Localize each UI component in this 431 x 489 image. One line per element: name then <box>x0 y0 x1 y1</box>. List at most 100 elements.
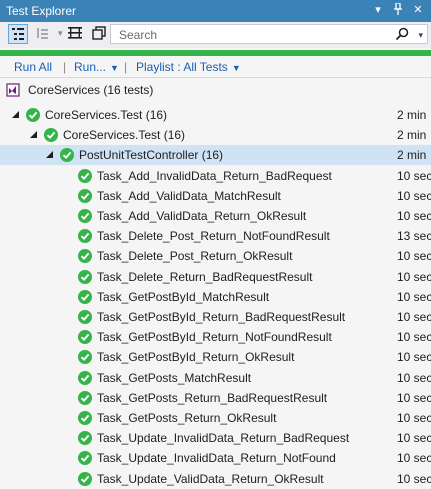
passed-check-icon <box>78 451 92 466</box>
test-duration: 2 min <box>397 128 427 143</box>
test-row[interactable]: Task_Add_ValidData_Return_OkResult 10 sec <box>0 206 431 226</box>
title-bar-controls: ▾ ✕ <box>371 2 425 17</box>
title-bar: Test Explorer ▾ ✕ <box>0 0 431 22</box>
test-name: Task_GetPosts_Return_OkResult <box>97 411 277 425</box>
test-name: Task_Delete_Post_Return_NotFoundResult <box>97 229 330 244</box>
test-duration: 10 sec <box>397 188 431 203</box>
test-row[interactable]: Task_GetPosts_Return_OkResult 10 sec <box>0 408 431 428</box>
test-duration: 10 sec <box>397 431 431 446</box>
test-name: Task_Delete_Return_BadRequestResult <box>97 269 313 284</box>
test-name: Task_Update_ValidData_Return_OkResult <box>97 471 324 486</box>
test-duration: 10 sec <box>397 289 431 304</box>
test-name: Task_Add_ValidData_MatchResult <box>97 188 281 203</box>
test-row[interactable]: Task_Update_ValidData_Return_OkResult 10 … <box>0 469 431 489</box>
test-duration: 10 sec <box>397 411 431 425</box>
playlist-button[interactable] <box>66 24 86 44</box>
solution-icon <box>6 83 20 97</box>
copy-icon <box>92 26 106 40</box>
passed-check-icon <box>78 350 92 365</box>
test-duration: 2 min <box>397 108 427 122</box>
separator: | <box>63 60 67 74</box>
test-row[interactable]: Task_GetPostById_Return_BadRequestResult… <box>0 307 431 327</box>
node-label: PostUnitTestController (16) <box>79 148 224 163</box>
test-name: Task_GetPostById_Return_BadRequestResult <box>97 310 346 324</box>
passed-check-icon <box>44 128 58 143</box>
test-row[interactable]: Task_GetPosts_Return_BadRequestResult 10 … <box>0 388 431 408</box>
summary-text: CoreServices (16 tests) <box>28 83 154 97</box>
playlist-label: Playlist : All Tests <box>136 60 228 74</box>
passed-check-icon <box>78 229 92 244</box>
test-row[interactable]: Task_GetPosts_MatchResult 10 sec <box>0 368 431 388</box>
playlist-dropdown[interactable]: Playlist : All Tests ▼ <box>136 60 241 74</box>
node-label: CoreServices.Test (16) <box>45 108 168 122</box>
window-title: Test Explorer <box>6 4 77 18</box>
test-duration: 10 sec <box>397 168 431 183</box>
group-dropdown-icon[interactable]: ▾ <box>58 28 63 48</box>
test-row[interactable]: Task_Delete_Post_Return_NotFoundResult 13… <box>0 226 431 246</box>
search-icon[interactable] <box>395 27 409 41</box>
passed-check-icon <box>78 471 92 486</box>
test-duration: 10 sec <box>397 310 431 324</box>
search-box: ▾ <box>110 24 428 44</box>
passed-check-icon <box>78 269 92 284</box>
test-row[interactable]: Task_Add_InvalidData_Return_BadRequest 10… <box>0 166 431 186</box>
run-all-button[interactable]: Run All <box>14 60 52 74</box>
status-bar-passed <box>0 50 431 56</box>
test-row[interactable]: Task_Update_InvalidData_Return_NotFound 1… <box>0 448 431 468</box>
test-name: Task_GetPosts_Return_BadRequestResult <box>97 390 328 405</box>
test-name: Task_Delete_Post_Return_OkResult <box>97 249 293 264</box>
test-row[interactable]: Task_GetPostById_Return_NotFoundResult 10… <box>0 327 431 347</box>
test-duration: 2 min <box>397 148 427 163</box>
test-duration: 10 sec <box>397 249 431 264</box>
passed-check-icon <box>26 108 40 122</box>
passed-check-icon <box>78 330 92 345</box>
expanded-arrow-icon[interactable] <box>46 151 53 159</box>
test-duration: 10 sec <box>397 370 431 385</box>
tree-node[interactable]: CoreServices.Test (16) 2 min <box>0 125 431 145</box>
test-name: Task_GetPostById_MatchResult <box>97 289 270 304</box>
passed-check-icon <box>78 188 92 203</box>
pin-icon[interactable] <box>391 2 405 17</box>
close-icon[interactable]: ✕ <box>411 3 425 17</box>
test-row[interactable]: Task_Delete_Post_Return_OkResult 10 sec <box>0 246 431 266</box>
list-icon <box>68 27 82 39</box>
test-name: Task_Update_InvalidData_Return_BadReques… <box>97 431 350 446</box>
divider <box>0 77 431 78</box>
passed-check-icon <box>78 411 92 425</box>
group-list-button[interactable] <box>34 24 56 44</box>
test-duration: 10 sec <box>397 390 431 405</box>
test-duration: 10 sec <box>397 330 431 345</box>
passed-check-icon <box>78 390 92 405</box>
test-duration: 10 sec <box>397 451 431 466</box>
test-row[interactable]: Task_GetPostById_MatchResult 10 sec <box>0 287 431 307</box>
test-row[interactable]: Task_Update_InvalidData_Return_BadReques… <box>0 428 431 448</box>
node-label: CoreServices.Test (16) <box>63 128 186 143</box>
passed-check-icon <box>78 249 92 264</box>
passed-check-icon <box>78 370 92 385</box>
expanded-arrow-icon[interactable] <box>12 111 19 118</box>
test-row[interactable]: Task_Delete_Return_BadRequestResult 10 se… <box>0 267 431 287</box>
search-options-icon[interactable]: ▾ <box>418 30 423 41</box>
test-row[interactable]: Task_Add_ValidData_MatchResult 10 sec <box>0 186 431 206</box>
passed-check-icon <box>78 209 92 223</box>
test-name: Task_Add_InvalidData_Return_BadRequest <box>97 168 332 183</box>
tree-node[interactable]: CoreServices.Test (16) 2 min <box>0 105 431 125</box>
search-input[interactable] <box>117 27 391 43</box>
passed-check-icon <box>78 431 92 446</box>
run-button[interactable]: Run... ▼ <box>74 60 119 74</box>
group-by-button[interactable] <box>8 24 28 44</box>
copy-button[interactable] <box>90 24 110 44</box>
test-duration: 10 sec <box>397 269 431 284</box>
dropdown-icon[interactable]: ▾ <box>371 3 385 17</box>
test-name: Task_Update_InvalidData_Return_NotFound <box>97 451 336 466</box>
passed-check-icon <box>78 289 92 304</box>
passed-check-icon <box>60 148 74 163</box>
expanded-arrow-icon[interactable] <box>30 131 37 139</box>
separator: | <box>124 60 128 74</box>
passed-check-icon <box>78 310 92 324</box>
test-name: Task_Add_ValidData_Return_OkResult <box>97 209 307 223</box>
test-row[interactable]: Task_GetPostById_Return_OkResult 10 sec <box>0 347 431 367</box>
test-duration: 13 sec <box>397 229 431 244</box>
test-duration: 10 sec <box>397 471 431 486</box>
tree-node[interactable]: PostUnitTestController (16) 2 min <box>0 145 431 166</box>
